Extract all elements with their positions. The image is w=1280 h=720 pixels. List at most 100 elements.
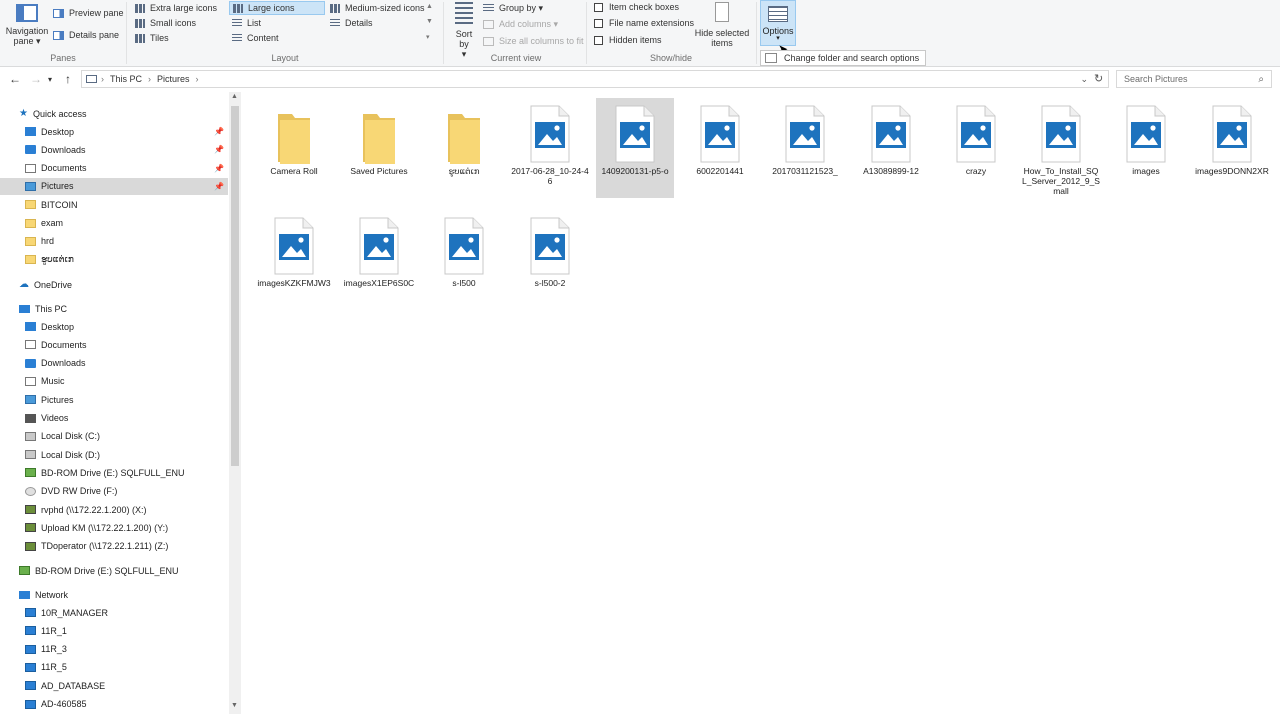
sidebar-item-quick-0[interactable]: Desktop 📌 — [0, 123, 228, 140]
layout-scroll-up-icon[interactable]: ▲ — [426, 3, 433, 10]
address-bar[interactable]: › This PC › Pictures › ⌄ — [81, 70, 1109, 88]
pin-icon[interactable]: 📌 — [214, 164, 224, 173]
sidebar-item-network-5[interactable]: AD-460585 — [0, 696, 228, 713]
sidebar-item-quick-6[interactable]: hrd — [0, 233, 228, 250]
size-columns-button[interactable]: Size all columns to fit — [483, 34, 584, 48]
layout-content[interactable]: Content — [229, 31, 328, 45]
scroll-down-icon[interactable]: ▼ — [231, 702, 238, 709]
forward-arrow-icon[interactable]: → — [30, 72, 42, 86]
sidebar-item-quick-access[interactable]: ★ Quick access — [0, 105, 228, 122]
image-file-item[interactable]: 1409200131-p5-o — [596, 98, 674, 198]
breadcrumb-separator-icon[interactable]: › — [148, 74, 151, 84]
file-name-extensions-checkbox[interactable] — [594, 18, 603, 28]
layout-scroll-down-icon[interactable]: ▼ — [426, 18, 433, 25]
options-button[interactable]: Options ▾ — [760, 0, 796, 46]
image-file-item[interactable]: s-l500 — [425, 210, 503, 310]
sidebar-item-network-4[interactable]: AD_DATABASE — [0, 677, 228, 694]
navigation-pane-button[interactable]: Navigation pane ▾ — [4, 4, 50, 46]
sidebar-item-pc-5[interactable]: Videos — [0, 410, 228, 427]
sidebar-item-label: Downloads — [41, 358, 86, 369]
pin-icon[interactable]: 📌 — [214, 127, 224, 136]
sidebar-item-quick-1[interactable]: Downloads 📌 — [0, 141, 228, 158]
sidebar-scroll-thumb[interactable] — [231, 106, 239, 466]
up-arrow-icon[interactable]: ↑ — [65, 72, 71, 86]
image-file-item[interactable]: 6002201441 — [681, 98, 759, 198]
layout-list[interactable]: List — [229, 16, 328, 30]
item-check-boxes-toggle[interactable]: Item check boxes — [594, 0, 679, 14]
breadcrumb-this-pc[interactable]: This PC — [110, 74, 142, 84]
sidebar-item-pc-12[interactable]: TDoperator (\\172.22.1.211) (Z:) — [0, 538, 228, 555]
sidebar-item-label: BITCOIN — [41, 199, 78, 210]
image-file-item[interactable]: images9DONN2XR — [1193, 98, 1271, 198]
item-check-boxes-checkbox[interactable] — [594, 2, 603, 12]
sidebar-item-quick-3[interactable]: Pictures 📌 — [0, 177, 228, 195]
folder-item[interactable]: Camera Roll — [255, 98, 333, 198]
pin-icon[interactable]: 📌 — [214, 145, 224, 154]
sidebar-item-network[interactable]: Network — [0, 586, 228, 603]
sidebar-item-pc-7[interactable]: Local Disk (D:) — [0, 446, 228, 463]
breadcrumb-separator-icon[interactable]: › — [101, 74, 104, 84]
sidebar-item-quick-2[interactable]: Documents 📌 — [0, 160, 228, 177]
sidebar-item-network-0[interactable]: 10R_MANAGER — [0, 604, 228, 621]
scroll-up-icon[interactable]: ▲ — [231, 93, 238, 100]
image-file-item[interactable]: imagesKZKFMJW3 — [255, 210, 333, 310]
image-file-item[interactable]: How_To_Install_SQL_Server_2012_9_Small — [1022, 98, 1100, 198]
image-file-item[interactable]: images — [1107, 98, 1185, 198]
search-input[interactable]: Search Pictures ⌕ — [1116, 70, 1272, 88]
current-view-group-label: Current view — [490, 53, 542, 63]
layout-extra-large-icons[interactable]: Extra large icons — [132, 1, 231, 15]
sidebar-item-pc-0[interactable]: Desktop — [0, 318, 228, 335]
hidden-items-checkbox[interactable] — [594, 35, 603, 45]
sidebar-item-bd-rom[interactable]: BD-ROM Drive (E:) SQLFULL_ENU — [0, 562, 228, 579]
image-file-item[interactable]: 2017-06-28_10-24-46 — [511, 98, 589, 198]
folder-item[interactable]: Saved Pictures — [340, 98, 418, 198]
layout-medium-icons[interactable]: Medium-sized icons — [327, 1, 430, 15]
breadcrumb-separator-icon[interactable]: › — [196, 74, 199, 84]
sidebar-item-network-2[interactable]: 11R_3 — [0, 641, 228, 658]
add-columns-button[interactable]: Add columns ▾ — [483, 17, 558, 31]
sidebar-item-onedrive[interactable]: ☁ OneDrive — [0, 276, 228, 293]
sidebar-item-pc-3[interactable]: Music — [0, 373, 228, 390]
sort-by-button[interactable]: Sort by ▾ — [450, 2, 478, 59]
image-file-item[interactable]: A13089899-12 — [852, 98, 930, 198]
sidebar-item-pc-2[interactable]: Downloads — [0, 355, 228, 372]
layout-small-icons[interactable]: Small icons — [132, 16, 231, 30]
search-icon[interactable]: ⌕ — [1258, 74, 1264, 85]
image-file-item[interactable]: crazy — [937, 98, 1015, 198]
image-file-item[interactable]: 2017031121523_ — [766, 98, 844, 198]
pin-icon[interactable]: 📌 — [214, 182, 224, 191]
sidebar-item-pc-9[interactable]: DVD RW Drive (F:) — [0, 483, 228, 500]
address-dropdown-icon[interactable]: ⌄ — [1080, 74, 1088, 85]
sidebar-item-pc-10[interactable]: rvphd (\\172.22.1.200) (X:) — [0, 501, 228, 518]
sidebar-item-pc-4[interactable]: Pictures — [0, 391, 228, 408]
sidebar-item-network-3[interactable]: 11R_5 — [0, 659, 228, 676]
preview-pane-button[interactable]: Preview pane — [53, 6, 124, 20]
recent-locations-icon[interactable]: ▾ — [48, 75, 52, 84]
sidebar-item-quick-5[interactable]: exam — [0, 215, 228, 232]
group-by-button[interactable]: Group by ▾ — [483, 1, 543, 15]
back-arrow-icon[interactable]: ← — [9, 72, 21, 86]
folder-item[interactable]: ຮູບແຕ່ເກ — [425, 98, 503, 198]
hide-selected-items-button[interactable]: Hide selected items — [693, 2, 751, 48]
sidebar-item-quick-7[interactable]: ຮູບແຕ່ເກ — [0, 251, 228, 268]
layout-large-icons[interactable]: Large icons — [229, 1, 325, 15]
layout-tiles[interactable]: Tiles — [132, 31, 231, 45]
sidebar-item-label: Documents — [41, 339, 87, 350]
sidebar-item-pc-11[interactable]: Upload KM (\\172.22.1.200) (Y:) — [0, 519, 228, 536]
sidebar-item-pc-8[interactable]: BD-ROM Drive (E:) SQLFULL_ENU — [0, 464, 228, 481]
details-pane-button[interactable]: Details pane — [53, 28, 119, 42]
sidebar-item-pc-6[interactable]: Local Disk (C:) — [0, 428, 228, 445]
hidden-items-toggle[interactable]: Hidden items — [594, 33, 662, 47]
breadcrumb-pictures[interactable]: Pictures — [157, 74, 190, 84]
image-file-item[interactable]: imagesX1EP6S0C — [340, 210, 418, 310]
sidebar-item-pc-1[interactable]: Documents — [0, 336, 228, 353]
sidebar-item-this-pc[interactable]: This PC — [0, 300, 228, 317]
layout-details[interactable]: Details — [327, 16, 430, 30]
image-file-item[interactable]: s-l500-2 — [511, 210, 589, 310]
file-name-extensions-toggle[interactable]: File name extensions — [594, 16, 694, 30]
layout-expand-icon[interactable]: ▾ — [426, 33, 430, 41]
sidebar-item-quick-4[interactable]: BITCOIN — [0, 196, 228, 213]
large-icons-icon — [233, 3, 243, 13]
refresh-icon[interactable]: ↻ — [1094, 72, 1103, 85]
sidebar-item-network-1[interactable]: 11R_1 — [0, 622, 228, 639]
